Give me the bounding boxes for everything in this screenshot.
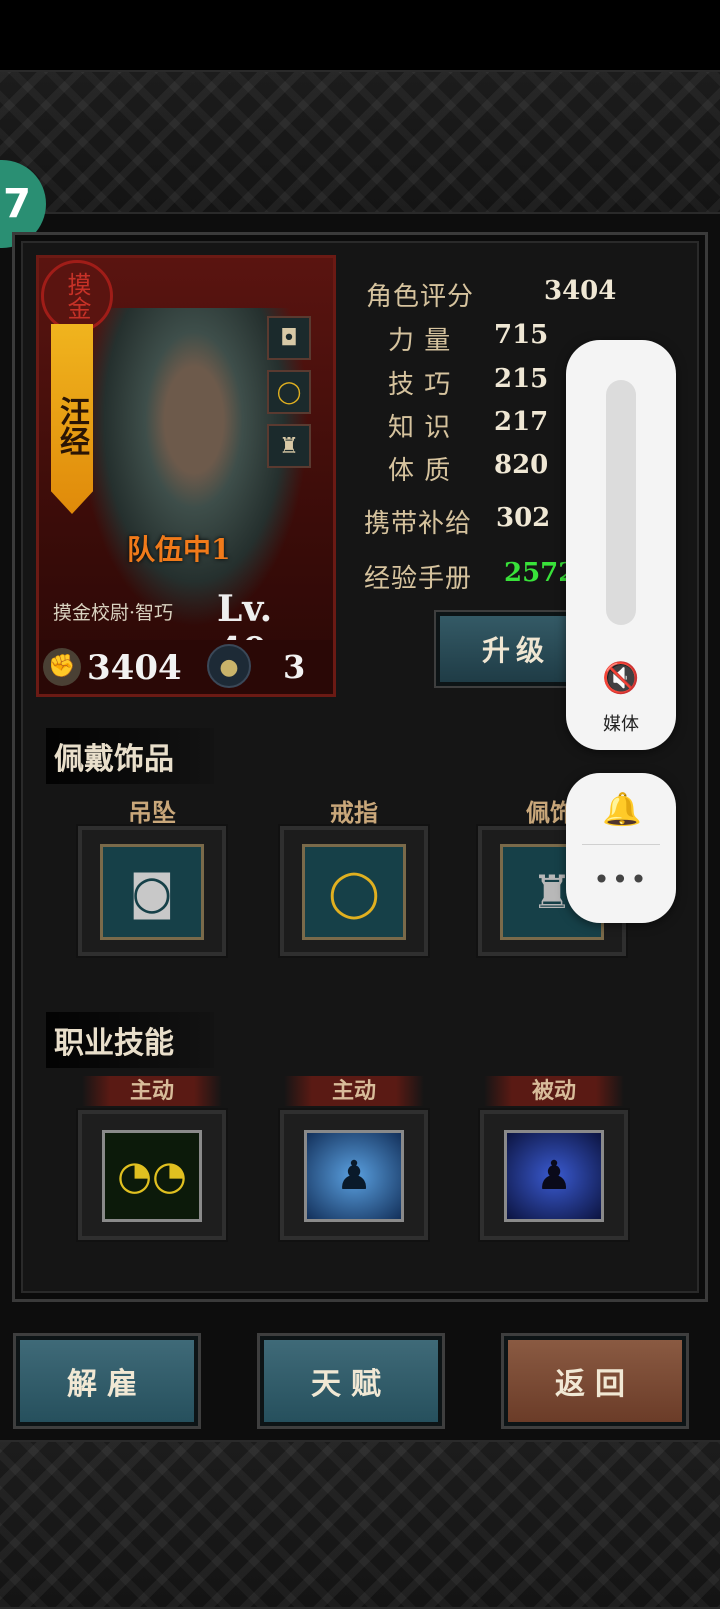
hero-name-banner: 汪经 — [51, 324, 93, 514]
slot-label-pendant: 吊坠 — [128, 798, 176, 827]
speaker-muted-icon[interactable]: 🔇 — [602, 660, 640, 698]
score-label: 角色评分 — [366, 282, 475, 312]
knowledge-value: 217 — [494, 407, 549, 437]
talent-button[interactable]: 天赋 — [257, 1333, 445, 1429]
power-value: 3404 — [87, 648, 182, 688]
strength-label: 力 量 — [388, 326, 452, 356]
strength-value: 715 — [494, 320, 549, 350]
back-button[interactable]: 返回 — [501, 1333, 689, 1429]
top-decorative-border — [0, 70, 720, 214]
more-options-icon[interactable]: ••• — [566, 863, 676, 896]
supply-label: 携带补给 — [364, 509, 473, 539]
martial-stance-icon: ♟ — [304, 1130, 404, 1222]
volume-slider[interactable] — [606, 380, 636, 625]
resource-count: 3 — [283, 648, 306, 686]
knowledge-label: 知 识 — [388, 413, 452, 443]
power-row: ✊ 3404 ● 3 — [39, 640, 333, 694]
media-label: 媒体 — [603, 714, 639, 735]
volume-panel: 🔇 媒体 — [566, 340, 676, 750]
team-status: 队伍中1 — [127, 533, 231, 566]
accessory-slot-ring[interactable]: ◯ — [278, 824, 430, 958]
accessories-title: 佩戴饰品 — [46, 728, 214, 784]
skill-slot-1[interactable]: ◔◔ — [76, 1108, 228, 1242]
class-seal: 摸金 — [41, 260, 113, 332]
hero-portrait-card: 摸金 汪经 ◘ ◯ ♜ 队伍中1 摸金校尉·智巧 Lv. 40 ✊ 3404 ●… — [36, 255, 336, 697]
equipped-pendant-icon[interactable]: ◘ — [267, 316, 311, 360]
skill-slot-3[interactable]: ♟ — [478, 1108, 630, 1242]
droplet-icon: ● — [207, 644, 251, 688]
constitution-value: 820 — [494, 450, 549, 480]
divider — [582, 844, 660, 845]
ring-icon: ◯ — [302, 844, 406, 940]
constitution-label: 体 质 — [388, 456, 452, 486]
fist-icon: ✊ — [43, 648, 81, 686]
dismiss-button[interactable]: 解雇 — [13, 1333, 201, 1429]
slot-label-ring: 戒指 — [330, 798, 378, 827]
hero-class: 摸金校尉·智巧 — [53, 602, 174, 624]
skill-type-tag: 被动 — [484, 1076, 624, 1106]
skill-value: 215 — [494, 364, 549, 394]
status-bar-area — [0, 0, 720, 70]
equipped-ring-icon[interactable]: ◯ — [267, 370, 311, 414]
bottom-decorative-border — [0, 1440, 720, 1609]
shadow-figure-icon: ♟ — [504, 1130, 604, 1222]
supply-value: 302 — [496, 503, 551, 533]
ringer-panel: 🔔 ••• — [566, 773, 676, 923]
pendant-icon: ◙ — [100, 844, 204, 940]
eyes-in-grass-icon: ◔◔ — [102, 1130, 202, 1222]
equipped-charm-icon[interactable]: ♜ — [267, 424, 311, 468]
skill-label: 技 巧 — [388, 370, 452, 400]
skill-type-tag: 主动 — [284, 1076, 424, 1106]
skill-slot-2[interactable]: ♟ — [278, 1108, 430, 1242]
score-value: 3404 — [544, 276, 617, 306]
bell-icon[interactable]: 🔔 — [602, 789, 642, 829]
skills-title: 职业技能 — [46, 1012, 214, 1068]
accessory-slot-pendant[interactable]: ◙ — [76, 824, 228, 958]
skill-type-tag: 主动 — [82, 1076, 222, 1106]
exp-label: 经验手册 — [364, 564, 473, 594]
